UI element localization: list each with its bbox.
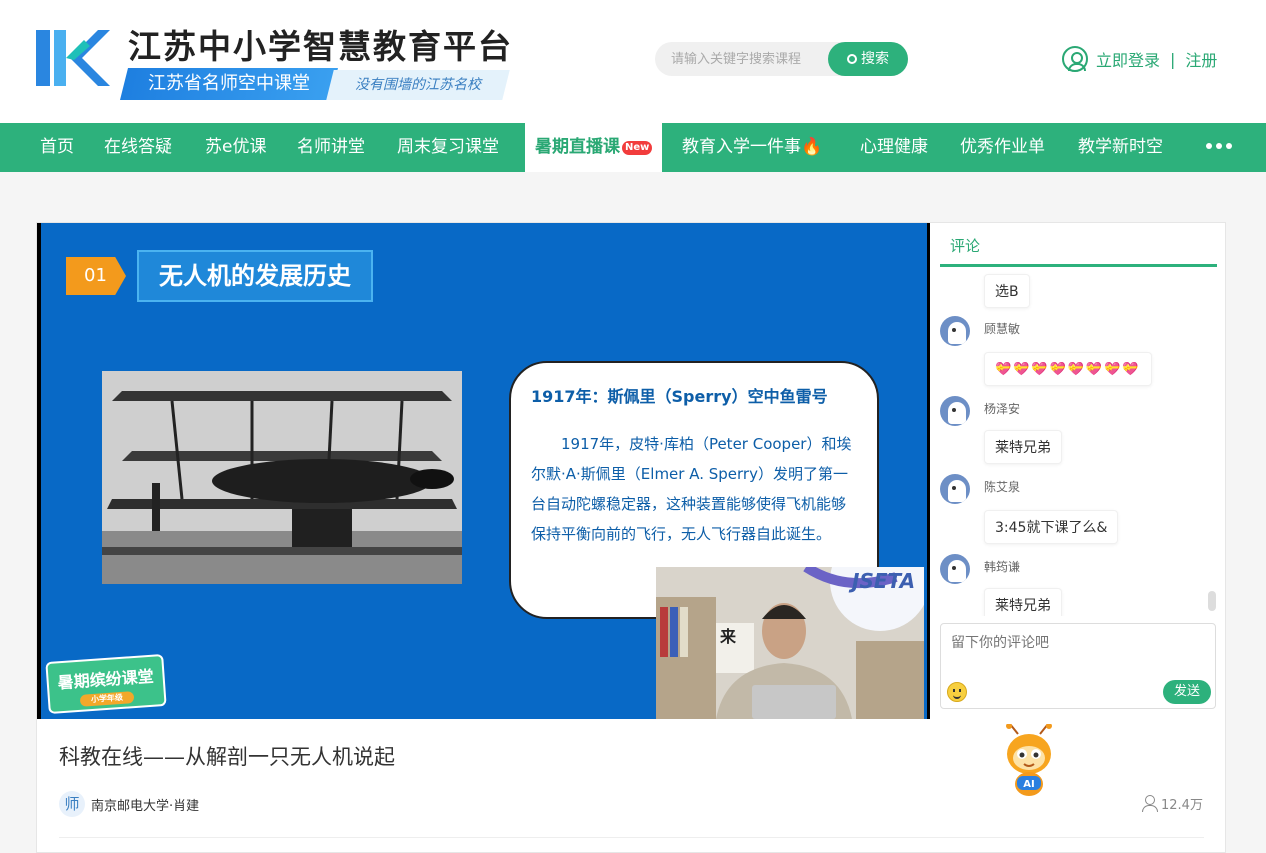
comment-input-box: 发送: [940, 623, 1216, 709]
person-icon: [1141, 794, 1158, 812]
sub-title-banner: 江苏省名师空中课堂: [120, 68, 338, 100]
slogan-banner: 没有围墙的江苏名校: [326, 70, 510, 100]
svg-text:AI: AI: [1023, 779, 1034, 790]
commenter-name: 陈艾泉: [984, 480, 1021, 494]
view-count-value: 12.4万: [1161, 797, 1203, 813]
commenter-name: 顾慧敏: [984, 322, 1021, 336]
site-title: 江苏中小学智慧教育平台: [128, 27, 513, 66]
slogan: 没有围墙的江苏名校: [355, 77, 481, 93]
comment-bubble: 莱特兄弟: [984, 588, 1062, 616]
more-menu-icon[interactable]: [1206, 143, 1232, 151]
sub-title: 江苏省名师空中课堂: [148, 73, 310, 94]
nav-item-summer-live[interactable]: 暑期直播课 New: [525, 123, 663, 172]
teacher-camera-inset: JSETA 来: [656, 567, 924, 719]
comments-tab-label: 评论: [950, 237, 981, 255]
summer-class-badge: 暑期缤纷课堂 小学年级: [45, 653, 167, 715]
search-input[interactable]: [669, 42, 829, 76]
nav-item-enrollment-label: 教育入学一件事: [682, 137, 801, 157]
login-register-separator: |: [1170, 49, 1176, 69]
teacher-badge-icon: 师: [59, 791, 85, 817]
nav-item-famous-teacher[interactable]: 名师讲堂: [297, 123, 365, 172]
summer-class-badge-title: 暑期缤纷课堂: [57, 666, 155, 693]
site-header: 江苏中小学智慧教育平台 江苏省名师空中课堂 没有围墙的江苏名校 搜索 立即登录 …: [0, 0, 1266, 123]
nav-item-new-teaching[interactable]: 教学新时空: [1078, 123, 1163, 172]
author-name[interactable]: 南京邮电大学·肖建: [91, 795, 199, 814]
platform-logo-icon[interactable]: [36, 26, 110, 90]
nav-item-weekend-review[interactable]: 周末复习课堂: [397, 123, 499, 172]
search-button-label: 搜索: [861, 51, 889, 67]
search-button[interactable]: 搜索: [828, 42, 908, 76]
nav-item-online-qa[interactable]: 在线答疑: [104, 123, 172, 172]
nav-item-homework[interactable]: 优秀作业单: [960, 123, 1045, 172]
slide-title: 无人机的发展历史: [137, 250, 373, 302]
view-count: 12.4万: [1141, 793, 1203, 813]
aircraft-photo: [102, 371, 462, 584]
commenter-name: 韩筠谦: [984, 560, 1021, 574]
summer-class-badge-sub: 小学年级: [79, 691, 135, 707]
commenter-name: 杨泽安: [984, 402, 1021, 416]
comment-input[interactable]: [949, 630, 1207, 670]
comment-bubble: 选B: [984, 274, 1030, 308]
comment-bubble: 💝💝💝💝💝💝💝💝: [984, 352, 1152, 386]
divider: [59, 837, 1204, 838]
textbox-title: 1917年：斯佩里（Sperry）空中鱼雷号: [531, 387, 828, 406]
main-nav: 首页 在线答疑 苏e优课 名师讲堂 周末复习课堂 暑期直播课 New 教育入学一件…: [0, 123, 1266, 172]
textbox-body: 1917年，皮特·库柏（Peter Cooper）和埃尔默·A·斯佩里（Elme…: [531, 435, 852, 543]
comment-scrollbar[interactable]: [1208, 591, 1216, 611]
search-icon: [847, 54, 857, 64]
nav-item-mental-health[interactable]: 心理健康: [860, 123, 928, 172]
slide-number: 01: [66, 257, 126, 295]
video-player[interactable]: 01 无人机的发展历史 1917年：斯佩里（Sperry）空中鱼雷号 1917年…: [37, 223, 930, 719]
teacher-bg-logo-text: JSETA: [852, 569, 916, 593]
user-area: 立即登录 | 注册: [1062, 44, 1217, 74]
nav-item-su-e-course[interactable]: 苏e优课: [205, 123, 266, 172]
register-link[interactable]: 注册: [1185, 47, 1217, 71]
fire-icon: 🔥: [801, 137, 823, 157]
ai-bee-mascot-icon[interactable]: AI: [1000, 724, 1058, 800]
user-icon[interactable]: [1062, 46, 1088, 72]
login-link[interactable]: 立即登录: [1096, 47, 1160, 71]
commenter-avatar-icon: [940, 396, 970, 426]
commenter-avatar-icon: [940, 474, 970, 504]
course-author[interactable]: 师 南京邮电大学·肖建: [59, 791, 199, 817]
teacher-bg-sign-text: 来: [720, 627, 737, 646]
commenter-avatar-icon: [940, 554, 970, 584]
comments-tab[interactable]: 评论: [940, 223, 1217, 267]
new-badge: New: [622, 141, 653, 155]
comment-bubble: 3:45就下课了么&: [984, 510, 1119, 544]
send-button[interactable]: 发送: [1163, 680, 1211, 704]
commenter-avatar-icon: [940, 316, 970, 346]
search-box: 搜索: [655, 42, 908, 76]
comment-bubble: 莱特兄弟: [984, 430, 1062, 464]
course-title: 科教在线——从解剖一只无人机说起: [59, 745, 395, 769]
emoji-icon[interactable]: [947, 682, 967, 702]
nav-item-summer-live-label: 暑期直播课: [535, 137, 620, 157]
comments-panel: 评论 选B 顾慧敏 💝💝💝💝💝💝💝💝 杨泽安 莱特兄弟 陈艾泉 3:45就下课了…: [940, 223, 1227, 719]
nav-item-home[interactable]: 首页: [40, 123, 74, 172]
nav-item-enrollment[interactable]: 教育入学一件事🔥: [682, 123, 822, 172]
comment-list: 选B 顾慧敏 💝💝💝💝💝💝💝💝 杨泽安 莱特兄弟 陈艾泉 3:45就下课了么& …: [940, 270, 1217, 616]
